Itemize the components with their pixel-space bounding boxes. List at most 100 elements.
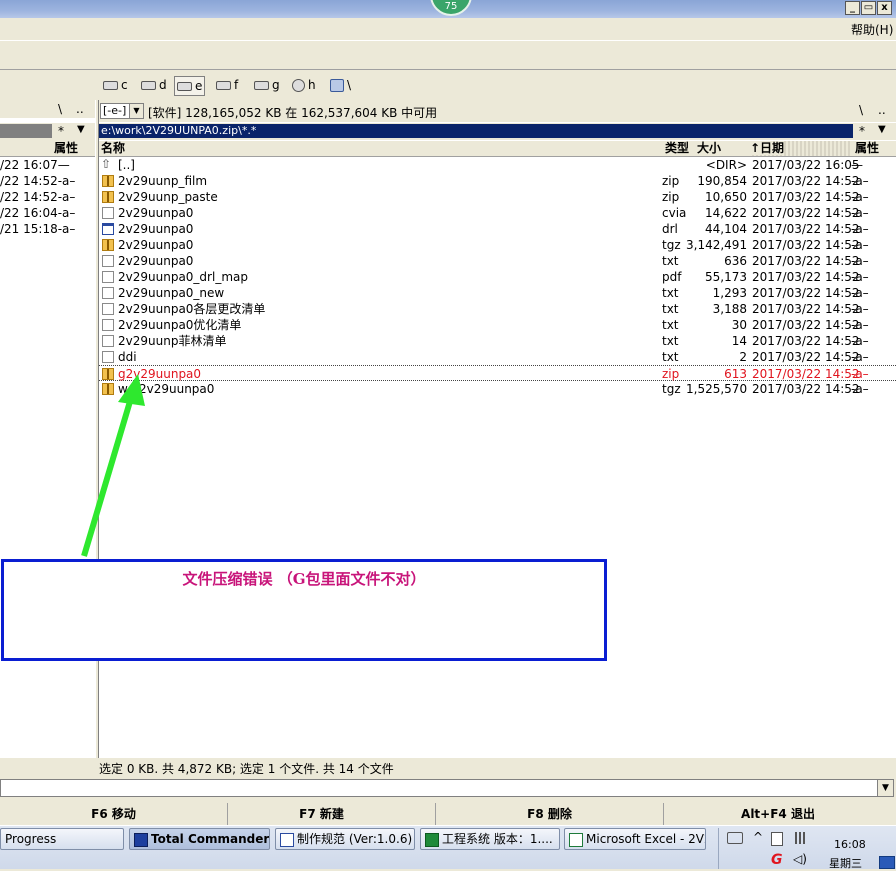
left-col-attr[interactable]: 属性 bbox=[54, 141, 78, 156]
network-drive-button[interactable]: \ bbox=[328, 76, 353, 94]
file-name: 2v29uunpa0 bbox=[118, 254, 194, 268]
drive-c-button[interactable]: c bbox=[101, 76, 130, 94]
left-path-bar[interactable]: * ▼ bbox=[0, 123, 95, 141]
left-list-item[interactable]: /22 16:07— bbox=[0, 157, 95, 173]
left-history-button[interactable]: ▼ bbox=[77, 124, 85, 135]
file-name: [..] bbox=[118, 158, 135, 172]
task-total-commander[interactable]: Total Commander ... bbox=[129, 828, 270, 850]
file-row[interactable]: ddi txt 2 2017/03/22 14:52 -a– bbox=[99, 349, 896, 365]
left-column-header[interactable]: 属性 bbox=[0, 141, 95, 157]
file-date: 2017/03/22 14:52 bbox=[752, 350, 860, 364]
col-name[interactable]: 名称 bbox=[101, 141, 125, 156]
right-history-button[interactable]: ▼ bbox=[878, 124, 886, 135]
left-list-item[interactable]: /22 14:52-a– bbox=[0, 189, 95, 205]
col-type[interactable]: 类型 bbox=[665, 141, 689, 156]
alt-f4-exit-button[interactable]: Alt+F4 退出 bbox=[664, 803, 892, 825]
task-spec-doc[interactable]: 制作规范 (Ver:1.0.6) bbox=[275, 828, 415, 850]
file-row[interactable]: wo 2v29uunpa0 tgz 1,525,570 2017/03/22 14:5… bbox=[99, 381, 896, 397]
file-row[interactable]: 2v29uunpa0 cvia 14,622 2017/03/22 14:52 -a– bbox=[99, 205, 896, 221]
drive-select[interactable]: [-e-] ▼ bbox=[100, 103, 144, 119]
left-root-button[interactable]: \ bbox=[58, 102, 62, 116]
menu-help[interactable]: 帮助(H) bbox=[851, 21, 893, 38]
col-size[interactable]: 大小 bbox=[697, 141, 721, 156]
right-root-button[interactable]: \ bbox=[859, 103, 863, 117]
file-attr: -a– bbox=[851, 190, 869, 204]
toolbar bbox=[0, 40, 896, 70]
current-path[interactable]: e:\work\2V29UUNPA0.zip\*.* bbox=[99, 124, 853, 138]
system-tray: ^ G ◁) 16:08 星期三 bbox=[718, 828, 896, 870]
file-row[interactable]: 2v29uunp_film zip 190,854 2017/03/22 14:52-… bbox=[99, 173, 896, 189]
right-path-bar[interactable]: e:\work\2V29UUNPA0.zip\*.* * ▼ bbox=[99, 123, 896, 140]
left-list-item[interactable]: /22 16:04-a– bbox=[0, 205, 95, 221]
file-row[interactable]: 2v29uunpa0 tgz 3,142,491 2017/03/22 14:52 -a… bbox=[99, 237, 896, 253]
clipboard-icon[interactable] bbox=[771, 832, 783, 846]
network-signal-icon[interactable] bbox=[795, 832, 811, 844]
tray-expand-icon[interactable]: ^ bbox=[753, 830, 763, 844]
col-attr[interactable]: 属性 bbox=[855, 141, 879, 156]
f6-move-button[interactable]: F6 移动 bbox=[0, 803, 228, 825]
drive-f-button[interactable]: f bbox=[214, 76, 240, 94]
file-icon bbox=[102, 207, 114, 219]
task-engineering-system[interactable]: 工程系统 版本：1.... bbox=[420, 828, 560, 850]
file-row[interactable]: 2v29uunpa0各层更改清单 txt 3,188 2017/03/22 14:52… bbox=[99, 301, 896, 317]
f8-delete-button[interactable]: F8 删除 bbox=[436, 803, 664, 825]
left-path-field[interactable] bbox=[0, 124, 52, 138]
volume-icon[interactable]: ◁) bbox=[793, 852, 807, 866]
file-row[interactable]: ⇧ [..] <DIR> 2017/03/22 16:05— bbox=[99, 157, 896, 173]
file-date: 2017/03/22 14:52 bbox=[752, 254, 860, 268]
file-name: wo 2v29uunpa0 bbox=[118, 382, 215, 396]
drive-d-button[interactable]: d bbox=[139, 76, 169, 94]
task-progress[interactable]: Progress bbox=[0, 828, 124, 850]
file-size: 613 bbox=[724, 367, 747, 381]
file-icon bbox=[102, 303, 114, 315]
left-filter-button[interactable]: * bbox=[58, 124, 64, 138]
file-name: 2v29uunpa0各层更改清单 bbox=[118, 302, 266, 316]
file-date: 2017/03/22 14:52 bbox=[752, 270, 860, 284]
file-row[interactable]: g2v29uunpa0 zip 613 2017/03/22 14:52 -a– bbox=[99, 365, 896, 381]
file-icon bbox=[102, 255, 114, 267]
file-ext: tgz bbox=[662, 382, 681, 396]
left-up-button[interactable]: .. bbox=[76, 102, 84, 116]
drive-h-button[interactable]: h bbox=[290, 76, 318, 94]
show-desktop-icon[interactable] bbox=[879, 856, 895, 869]
f7-new-button[interactable]: F7 新建 bbox=[208, 803, 436, 825]
file-row[interactable]: 2v29uunpa0_drl_map pdf 55,173 2017/03/22 14… bbox=[99, 269, 896, 285]
right-filter-button[interactable]: * bbox=[859, 124, 865, 138]
file-row[interactable]: 2v29uunpa0_new txt 1,293 2017/03/22 14:52 -a… bbox=[99, 285, 896, 301]
file-row[interactable]: 2v29uunpa0优化清单 txt 30 2017/03/22 14:52 -a– bbox=[99, 317, 896, 333]
left-list-item[interactable]: /22 14:52-a– bbox=[0, 173, 95, 189]
status-bar: 选定 0 KB. 共 4,872 KB; 选定 1 个文件. 共 14 个文件 bbox=[0, 760, 896, 778]
file-name: 2v29uunpa0_new bbox=[118, 286, 225, 300]
col-date[interactable]: ↑日期 bbox=[750, 141, 850, 156]
file-row[interactable]: 2v29uunpa0 txt 636 2017/03/22 14:52 -a– bbox=[99, 253, 896, 269]
minimize-button[interactable]: _ bbox=[845, 1, 860, 15]
restore-button[interactable]: ▭ bbox=[861, 1, 876, 15]
drive-e-button[interactable]: e bbox=[174, 76, 206, 96]
file-attr: -a– bbox=[851, 318, 869, 332]
file-attr: -a– bbox=[851, 238, 869, 252]
left-list-item[interactable]: /21 15:18-a– bbox=[0, 221, 95, 237]
drive-g-button[interactable]: g bbox=[252, 76, 282, 94]
file-name: 2v29uunpa0 bbox=[118, 222, 194, 236]
right-up-button[interactable]: .. bbox=[878, 103, 886, 117]
annotation-text: 文件压缩错误 （G包里面文件不对） bbox=[182, 570, 426, 588]
drive-icon bbox=[177, 82, 192, 91]
keyboard-icon[interactable] bbox=[727, 832, 743, 844]
file-icon bbox=[102, 271, 114, 283]
file-attr: -a– bbox=[851, 174, 869, 188]
file-name: 2v29uunp_film bbox=[118, 174, 208, 188]
task-excel[interactable]: Microsoft Excel - 2V2... bbox=[564, 828, 706, 850]
file-name: 2v29uunpa0 bbox=[118, 238, 194, 252]
file-name: 2v29uunpa0_drl_map bbox=[118, 270, 248, 284]
close-button[interactable]: x bbox=[877, 1, 892, 15]
command-history-dropdown[interactable]: ▼ bbox=[877, 779, 894, 797]
clock-time[interactable]: 16:08 bbox=[834, 838, 866, 851]
file-row[interactable]: 2v29uunp菲林清单 txt 14 2017/03/22 14:52 -a– bbox=[99, 333, 896, 349]
command-line-input[interactable] bbox=[0, 779, 878, 797]
file-row[interactable]: 2v29uunp_paste zip 10,650 2017/03/22 14:52-… bbox=[99, 189, 896, 205]
file-ext: zip bbox=[662, 174, 680, 188]
file-ext: tgz bbox=[662, 238, 681, 252]
file-row[interactable]: 2v29uunpa0 drl 44,104 2017/03/22 14:52 -a– bbox=[99, 221, 896, 237]
antivirus-icon[interactable]: G bbox=[771, 852, 783, 868]
drive-bar bbox=[0, 72, 896, 98]
